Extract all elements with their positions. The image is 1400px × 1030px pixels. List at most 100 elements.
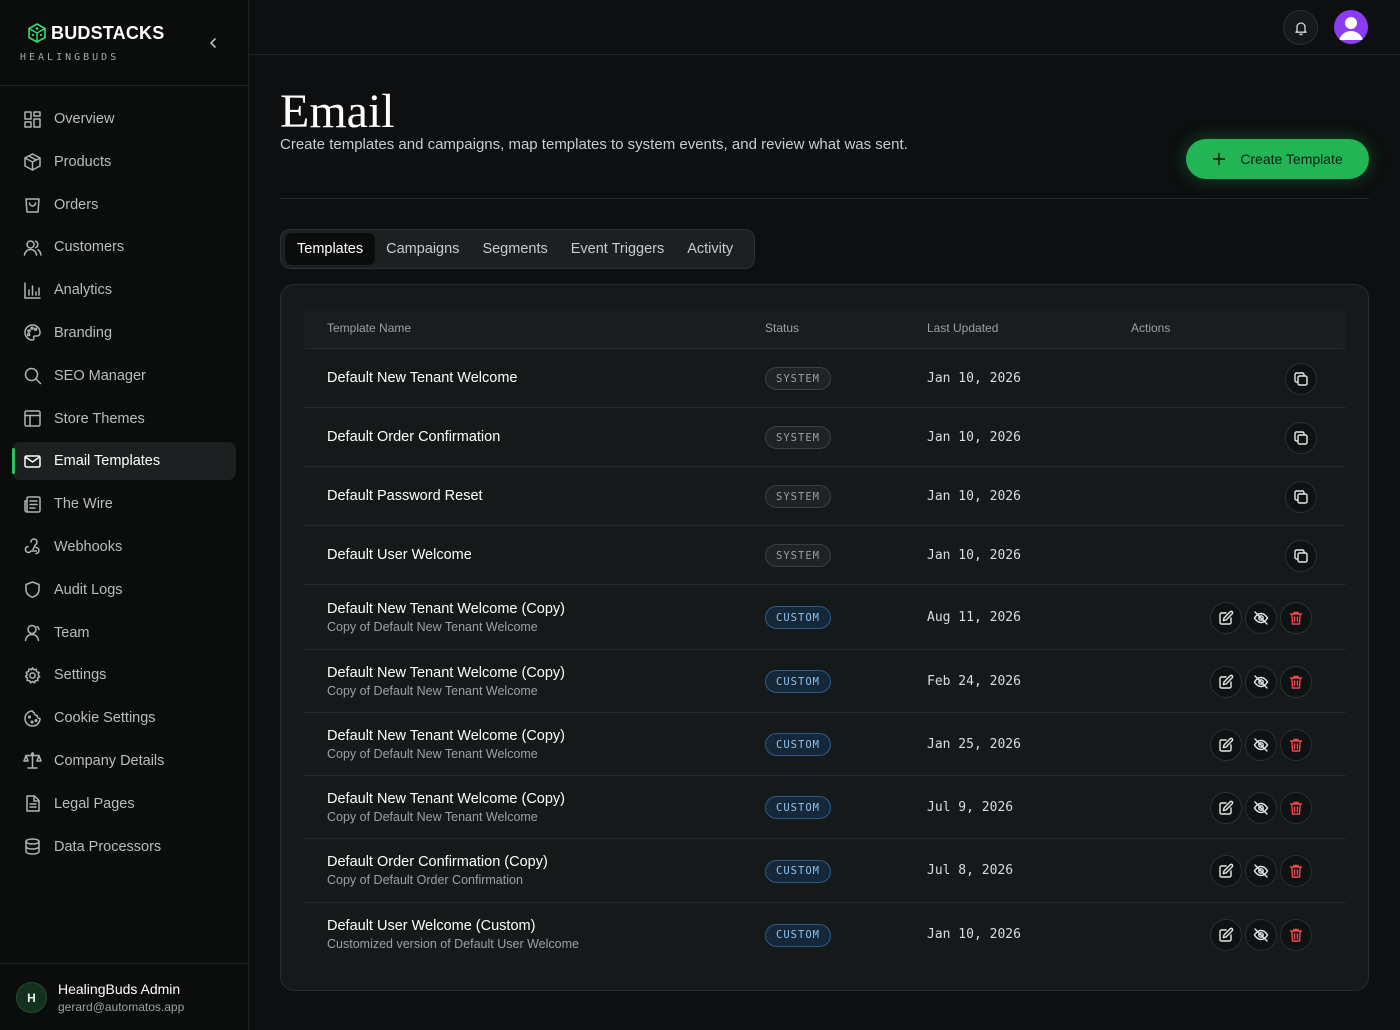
scale-icon [23, 752, 42, 770]
delete-button[interactable] [1280, 665, 1312, 698]
sidebar-item-label: Data Processors [54, 838, 162, 855]
sidebar-item-customers[interactable]: Customers [12, 228, 236, 266]
edit-button[interactable] [1210, 601, 1242, 634]
hide-button[interactable] [1245, 919, 1277, 951]
user-profile[interactable]: H HealingBuds Admin gerard@automatos.app [0, 963, 248, 1030]
sidebar-item-settings[interactable]: Settings [12, 656, 236, 694]
template-name: Default Order Confirmation [327, 428, 501, 445]
table-row[interactable]: Default User Welcome (Custom) Customized … [304, 902, 1346, 966]
sidebar-item-store-themes[interactable]: Store Themes [12, 400, 236, 438]
avatar: H [16, 982, 47, 1013]
sidebar-item-label: Analytics [54, 282, 113, 299]
delete-button[interactable] [1280, 919, 1312, 951]
eye-off-icon [1253, 674, 1269, 689]
sidebar-item-label: Settings [54, 667, 107, 684]
sidebar-item-products[interactable]: Products [12, 143, 236, 181]
collapse-sidebar-button[interactable] [204, 34, 222, 52]
users-icon [23, 240, 42, 256]
edit-button[interactable] [1210, 791, 1242, 824]
user-name: HealingBuds Admin [58, 981, 181, 997]
create-template-button[interactable]: Create Template [1186, 139, 1369, 179]
table-row[interactable]: Default New Tenant Welcome (Copy) Copy of… [304, 584, 1346, 649]
sidebar-item-orders[interactable]: Orders [12, 186, 236, 224]
sidebar-item-data-processors[interactable]: Data Processors [12, 828, 236, 866]
cube-logo-icon [28, 23, 46, 43]
notifications-button[interactable] [1283, 10, 1318, 45]
edit-icon [1219, 610, 1234, 625]
header-last-updated: Last Updated [927, 321, 999, 335]
table-row[interactable]: Default Order Confirmation (Copy) Copy of… [304, 838, 1346, 902]
tab-activity[interactable]: Activity [675, 233, 745, 265]
delete-button[interactable] [1280, 791, 1312, 824]
sidebar-item-label: Legal Pages [54, 795, 135, 812]
tab-campaigns[interactable]: Campaigns [374, 233, 471, 265]
edit-button[interactable] [1210, 728, 1242, 761]
edit-button[interactable] [1210, 919, 1242, 951]
last-updated: Jan 10, 2026 [927, 488, 1021, 504]
tab-templates[interactable]: Templates [285, 233, 376, 265]
table-header: Template Name Status Last Updated Action… [304, 309, 1346, 348]
table-row[interactable]: Default User Welcome SYSTEM Jan 10, 2026 [304, 525, 1346, 584]
hide-button[interactable] [1245, 791, 1277, 824]
page-title: Email [280, 85, 395, 138]
delete-button[interactable] [1280, 728, 1312, 761]
bag-icon [25, 198, 40, 213]
duplicate-button[interactable] [1285, 539, 1317, 572]
sidebar-item-overview[interactable]: Overview [12, 100, 236, 138]
status-badge: CUSTOM [765, 923, 831, 947]
sidebar-item-label: SEO Manager [54, 367, 146, 384]
mail-icon [24, 455, 41, 468]
page-description: Create templates and campaigns, map temp… [280, 136, 908, 153]
duplicate-icon [1294, 371, 1308, 386]
last-updated: Jul 8, 2026 [927, 863, 1014, 878]
last-updated: Jan 25, 2026 [927, 736, 1021, 752]
table-row[interactable]: Default New Tenant Welcome (Copy) Copy of… [304, 649, 1346, 712]
duplicate-icon [1294, 548, 1308, 563]
sidebar-item-the-wire[interactable]: The Wire [12, 485, 236, 523]
table-row[interactable]: Default New Tenant Welcome SYSTEM Jan 10, … [304, 348, 1346, 407]
sidebar-item-branding[interactable]: Branding [12, 314, 236, 352]
template-name: Default User Welcome (Custom) [327, 918, 536, 934]
grid-icon [24, 110, 41, 128]
sidebar-item-webhooks[interactable]: Webhooks [12, 528, 236, 566]
last-updated: Jan 10, 2026 [927, 547, 1021, 563]
last-updated: Aug 11, 2026 [927, 609, 1021, 625]
sidebar-item-company-details[interactable]: Company Details [12, 742, 236, 780]
template-description: Copy of Default New Tenant Welcome [327, 683, 538, 698]
sidebar-item-legal-pages[interactable]: Legal Pages [12, 785, 236, 823]
sidebar-nav: Overview Products Orders Customers Analytics… [12, 100, 236, 870]
top-bar [249, 0, 1400, 55]
hide-button[interactable] [1245, 728, 1277, 761]
template-name: Default Order Confirmation (Copy) [327, 854, 548, 870]
hide-button[interactable] [1245, 601, 1277, 634]
brand-logo[interactable]: BUDSTACKS [26, 22, 164, 44]
table-row[interactable]: Default New Tenant Welcome (Copy) Copy of… [304, 712, 1346, 775]
delete-button[interactable] [1280, 855, 1312, 887]
sidebar-item-cookie-settings[interactable]: Cookie Settings [12, 699, 236, 737]
duplicate-button[interactable] [1285, 362, 1317, 395]
sidebar-item-analytics[interactable]: Analytics [12, 271, 236, 309]
table-row[interactable]: Default Password Reset SYSTEM Jan 10, 2026 [304, 466, 1346, 525]
header-divider [280, 198, 1369, 199]
hide-button[interactable] [1245, 855, 1277, 887]
sidebar-item-audit-logs[interactable]: Audit Logs [12, 571, 236, 609]
table-row[interactable]: Default Order Confirmation SYSTEM Jan 10, … [304, 407, 1346, 466]
table-row[interactable]: Default New Tenant Welcome (Copy) Copy of… [304, 775, 1346, 838]
duplicate-button[interactable] [1285, 480, 1317, 513]
sidebar-item-seo-manager[interactable]: SEO Manager [12, 357, 236, 395]
last-updated: Jul 9, 2026 [927, 799, 1014, 815]
sidebar-item-email-templates[interactable]: Email Templates [12, 442, 236, 481]
edit-button[interactable] [1210, 665, 1242, 698]
duplicate-button[interactable] [1285, 421, 1317, 454]
tab-event-triggers[interactable]: Event Triggers [559, 233, 677, 265]
tab-segments[interactable]: Segments [470, 233, 559, 265]
status-badge: SYSTEM [765, 426, 831, 449]
sidebar-item-team[interactable]: Team [12, 614, 236, 652]
last-updated: Jan 10, 2026 [927, 429, 1021, 445]
sidebar-item-label: Overview [54, 111, 115, 127]
delete-button[interactable] [1280, 601, 1312, 634]
hide-button[interactable] [1245, 665, 1277, 698]
template-description: Copy of Default Order Confirmation [327, 873, 523, 887]
profile-menu-button[interactable] [1334, 10, 1368, 44]
edit-button[interactable] [1210, 855, 1242, 887]
